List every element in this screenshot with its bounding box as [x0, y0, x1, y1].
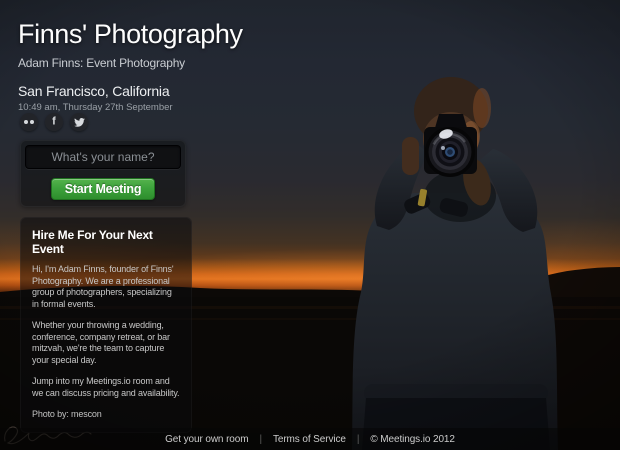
get-your-own-room-link[interactable]: Get your own room [165, 434, 248, 445]
footer-bar: Get your own room | Terms of Service | ©… [0, 428, 620, 450]
twitter-icon [74, 118, 85, 127]
photo-credit: Photo by: mescon [32, 409, 180, 421]
header: Finns' Photography Adam Finns: Event Pho… [18, 19, 243, 113]
copyright-text: © Meetings.io 2012 [370, 434, 455, 445]
twitter-button[interactable] [70, 113, 88, 131]
location-text: San Francisco, California [18, 83, 243, 99]
local-datetime: 10:49 am, Thursday 27th September [18, 102, 243, 113]
hire-card-paragraph: Hi, I'm Adam Finns, founder of Finns' Ph… [32, 264, 180, 310]
hire-card-paragraph: Jump into my Meetings.io room and we can… [32, 376, 180, 399]
left-hand [402, 137, 419, 175]
flickr-button[interactable] [20, 113, 38, 131]
footer-separator: | [357, 434, 360, 445]
terms-of-service-link[interactable]: Terms of Service [273, 434, 346, 445]
facebook-button[interactable]: f [45, 113, 63, 131]
name-input[interactable] [25, 145, 181, 169]
hire-card: Hire Me For Your Next Event Hi, I'm Adam… [20, 217, 192, 433]
photographer-figure [352, 77, 558, 450]
page-subtitle: Adam Finns: Event Photography [18, 56, 243, 70]
social-links: f [20, 113, 88, 131]
hire-card-title: Hire Me For Your Next Event [32, 228, 180, 256]
flickr-icon [24, 120, 34, 124]
hire-card-paragraph: Whether your throwing a wedding, confere… [32, 320, 180, 366]
facebook-icon: f [52, 116, 56, 127]
footer-separator: | [259, 434, 262, 445]
join-panel: Start Meeting [20, 140, 186, 207]
page-title: Finns' Photography [18, 19, 243, 50]
start-meeting-button[interactable]: Start Meeting [51, 178, 155, 200]
